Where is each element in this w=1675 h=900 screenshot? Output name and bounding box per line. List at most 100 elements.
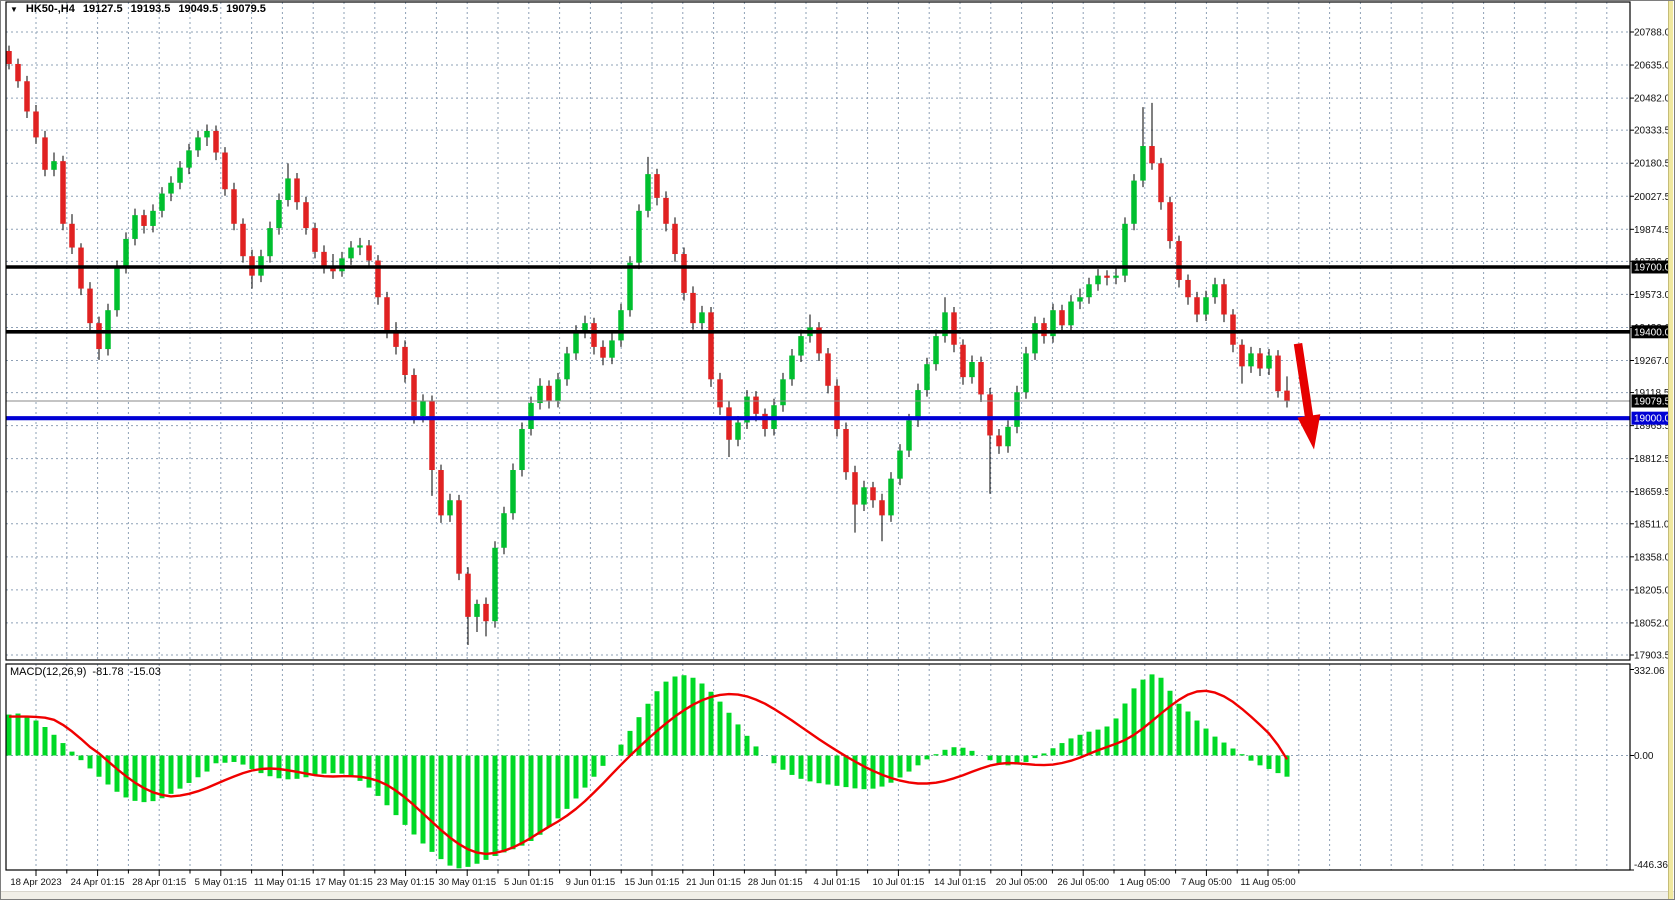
high-value: 19193.5 xyxy=(131,3,171,15)
candle xyxy=(6,51,12,64)
candle xyxy=(186,150,192,167)
candle xyxy=(312,228,318,252)
x-axis-label: 21 Jun 01:15 xyxy=(686,877,741,888)
y-axis-label: 20027.5 xyxy=(1634,192,1671,203)
candle xyxy=(339,258,345,271)
candle xyxy=(1221,284,1227,314)
candle xyxy=(1212,284,1218,297)
candle xyxy=(456,500,462,573)
price-badge-label: 19400.0 xyxy=(1634,327,1671,338)
y-axis-label: 20180.5 xyxy=(1634,159,1671,170)
macd-value: -81.78 xyxy=(92,666,123,678)
candle xyxy=(1086,284,1092,297)
chart-dropdown-icon[interactable]: ▼ xyxy=(10,4,18,15)
macd-axis-label: 332.06 xyxy=(1634,666,1665,677)
candle xyxy=(753,397,759,414)
x-axis-label: 1 Aug 05:00 xyxy=(1119,877,1170,888)
candle xyxy=(96,323,102,349)
candle xyxy=(663,198,669,224)
close-value: 19079.5 xyxy=(226,3,266,15)
candle xyxy=(1284,391,1290,401)
annotations-layer[interactable] xyxy=(1294,343,1321,449)
candle xyxy=(546,386,552,401)
candle xyxy=(321,252,327,267)
trading-chart-window: ▼ HK50-,H4 19127.5 19193.5 19049.5 19079… xyxy=(0,0,1675,900)
candle xyxy=(654,174,660,198)
candle xyxy=(591,323,597,347)
candle xyxy=(33,111,39,137)
candle xyxy=(1257,353,1263,368)
price-badge-label: 19000.0 xyxy=(1634,414,1671,425)
candle xyxy=(879,500,885,515)
candle xyxy=(798,336,804,355)
x-axis-label: 14 Jul 01:15 xyxy=(934,877,986,888)
candle xyxy=(15,64,21,81)
macd-axis-label: 0.00 xyxy=(1634,751,1654,762)
candle xyxy=(1230,315,1236,345)
candle xyxy=(618,310,624,340)
price-badge-label: 19079.5 xyxy=(1634,397,1671,408)
candle xyxy=(933,336,939,364)
x-axis-label: 7 Aug 05:00 xyxy=(1181,877,1232,888)
symbol-label: HK50-,H4 xyxy=(26,3,75,15)
candle xyxy=(1005,427,1011,446)
candle xyxy=(897,451,903,479)
x-axis-label: 4 Jul 01:15 xyxy=(814,877,860,888)
candle xyxy=(708,312,714,379)
x-axis-label: 11 Aug 05:00 xyxy=(1240,877,1295,888)
candle xyxy=(1104,276,1110,278)
x-axis-label: 17 May 01:15 xyxy=(315,877,373,888)
chart-canvas[interactable]: 20788.020635.020482.020333.520180.520027… xyxy=(1,1,1675,900)
y-axis-label: 18205.0 xyxy=(1634,585,1671,596)
candle xyxy=(51,161,57,170)
candle xyxy=(969,362,975,377)
candle xyxy=(951,312,957,344)
candle xyxy=(447,500,453,515)
y-axis-label: 17903.5 xyxy=(1634,651,1671,662)
candle xyxy=(1113,276,1119,278)
candle xyxy=(294,178,300,202)
candle xyxy=(843,429,849,472)
candle xyxy=(915,390,921,420)
candle xyxy=(474,604,480,617)
candle xyxy=(114,267,120,310)
y-axis-label: 18511.0 xyxy=(1634,519,1670,530)
x-axis-label: 30 May 01:15 xyxy=(438,877,496,888)
candle xyxy=(600,347,606,358)
candle xyxy=(411,375,417,416)
candle xyxy=(672,224,678,254)
candle xyxy=(87,289,93,324)
candle xyxy=(1041,323,1047,336)
candle xyxy=(348,248,354,259)
candle xyxy=(960,345,966,377)
candle xyxy=(1059,310,1065,325)
candle xyxy=(555,379,561,401)
candle xyxy=(501,513,507,548)
candle xyxy=(429,401,435,470)
candle xyxy=(60,161,66,224)
candle xyxy=(609,340,615,357)
x-axis-label: 26 Jul 05:00 xyxy=(1057,877,1109,888)
down-arrow-annotation[interactable] xyxy=(1294,343,1321,449)
candle xyxy=(888,479,894,516)
candle xyxy=(1023,353,1029,392)
candle xyxy=(1266,356,1272,369)
candle xyxy=(1032,323,1038,353)
candle xyxy=(726,407,732,439)
candle xyxy=(1167,202,1173,241)
candle xyxy=(159,194,165,211)
candle xyxy=(276,200,282,228)
candle xyxy=(177,168,183,183)
candle xyxy=(906,420,912,450)
y-axis-label: 20635.0 xyxy=(1634,61,1671,72)
candle xyxy=(402,347,408,375)
candle xyxy=(42,137,48,169)
macd-layer xyxy=(9,674,1287,868)
candle xyxy=(1158,163,1164,202)
candle xyxy=(996,435,1002,446)
candle xyxy=(231,189,237,224)
candle xyxy=(420,401,426,416)
candle xyxy=(834,386,840,429)
candle xyxy=(483,604,489,621)
y-axis-label: 20482.0 xyxy=(1634,94,1671,105)
